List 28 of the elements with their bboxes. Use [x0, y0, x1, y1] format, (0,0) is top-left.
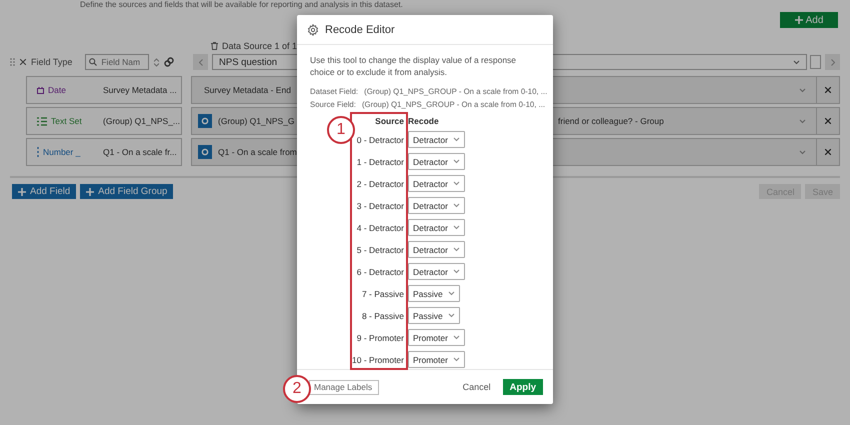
source-value: 3 - Detractor	[356, 200, 404, 210]
field-type: Text Set	[51, 116, 82, 126]
source-text: (Group) Q1_NPS_G	[218, 116, 296, 126]
source-value: 10 - Promoter	[351, 354, 404, 364]
callout-marker: 2	[283, 375, 311, 403]
field-type: Number _	[43, 147, 80, 157]
column-header: Source	[374, 116, 404, 126]
field-type: Date	[48, 85, 66, 95]
field-name: Survey Metadata ...	[103, 85, 177, 95]
source-value: 1 - Detractor	[356, 156, 404, 166]
data-source-label: Data Source 1 of 1	[222, 41, 298, 51]
field-type-label: Field Type	[31, 57, 72, 67]
source-value: 5 - Detractor	[356, 244, 404, 254]
source-value: 7 - Passive	[360, 288, 404, 298]
source-value: 6 - Detractor	[356, 266, 404, 276]
field-name: Q1 - On a scale fr...	[103, 147, 177, 157]
source-value: 9 - Promoter	[356, 332, 404, 342]
field-name: (Group) Q1_NPS_...	[103, 116, 180, 126]
source-text: Q1 - On a scale from	[218, 147, 298, 157]
intro-text: Define the sources and fields that will be available for reporting and analysis in this dataset.	[79, 0, 404, 10]
source-value: 4 - Detractor	[356, 222, 404, 232]
source-value: 2 - Detractor	[356, 178, 404, 188]
source-text: Survey Metadata - End	[204, 85, 291, 95]
source-value: 8 - Passive	[360, 310, 404, 320]
source-text-end: friend or colleague? - Group	[558, 116, 664, 126]
dialog-title: Recode Editor	[325, 24, 395, 36]
source-value: 0 - Detractor	[356, 134, 404, 144]
column-header: Recode	[408, 116, 440, 126]
